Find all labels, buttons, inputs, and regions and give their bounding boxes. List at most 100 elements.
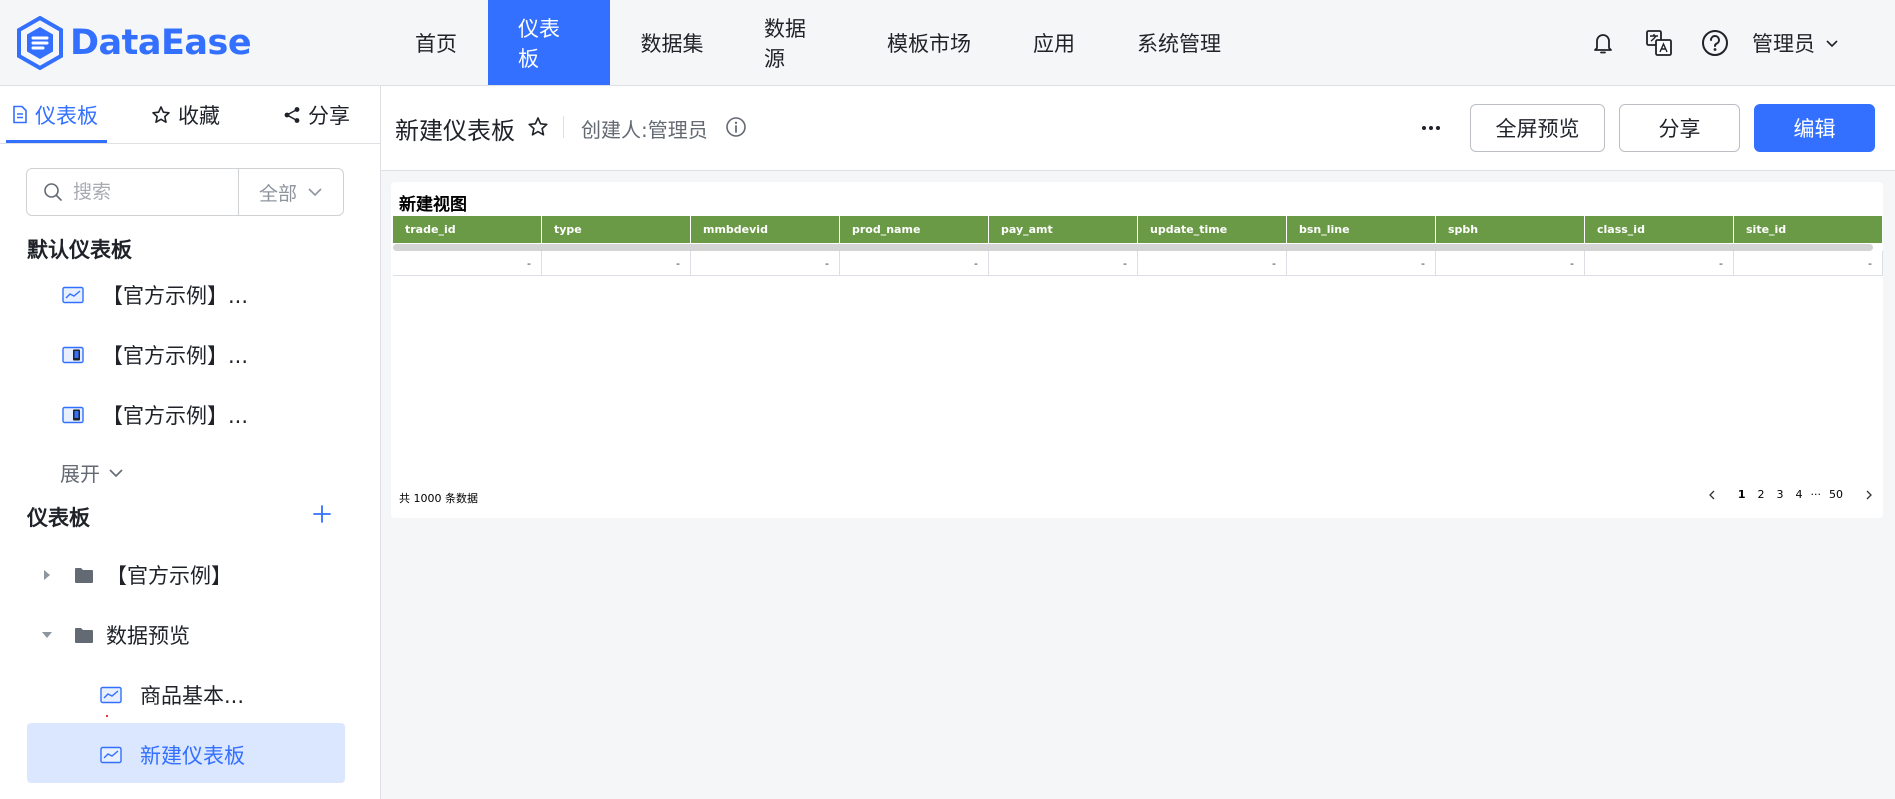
dashboards-section-title: 仪表板	[27, 506, 90, 530]
table-cell: -	[1436, 251, 1585, 275]
tab-dashboard-label: 仪表板	[35, 103, 98, 128]
default-dashboard-label-3: 【官方示例】...	[102, 404, 249, 428]
page-title: 新建仪表板	[395, 117, 515, 145]
expand-button[interactable]: 展开	[60, 458, 124, 487]
column-header[interactable]: trade_id	[393, 216, 542, 243]
folder-official-examples[interactable]: 【官方示例】	[40, 560, 232, 590]
column-header[interactable]: update_time	[1138, 216, 1287, 243]
search-box: 全部	[26, 168, 344, 216]
sidebar-tabs: 仪表板 收藏 分享	[0, 86, 380, 144]
user-menu[interactable]: 管理员	[1752, 28, 1839, 58]
line-chart-icon	[100, 686, 122, 704]
table-cell: -	[1734, 251, 1883, 275]
line-chart-icon	[100, 746, 122, 764]
search-filter-value: 全部	[258, 182, 297, 205]
chevron-left-icon[interactable]	[1708, 490, 1716, 500]
app-name: DataEase	[70, 23, 252, 63]
tab-dashboard[interactable]: 仪表板	[12, 86, 98, 143]
status-dot	[106, 715, 108, 717]
nav-apps[interactable]: 应用	[1002, 0, 1106, 85]
fullscreen-preview-button[interactable]: 全屏预览	[1470, 104, 1605, 152]
page-button[interactable]: 3	[1777, 488, 1784, 501]
nav-template-market[interactable]: 模板市场	[856, 0, 1002, 85]
page-button[interactable]: 50	[1829, 488, 1843, 501]
folder-icon	[74, 567, 94, 584]
page-button[interactable]: 4	[1796, 488, 1803, 501]
share-icon	[283, 106, 301, 124]
dashboard-item-new-dashboard[interactable]: 新建仪表板	[100, 740, 245, 770]
nav-system-management[interactable]: 系统管理	[1106, 0, 1252, 85]
dashboard-header: 新建仪表板 创建人:管理员 全屏预览 分享 编辑	[381, 86, 1895, 171]
more-options-button[interactable]	[1415, 112, 1447, 144]
user-name: 管理员	[1752, 31, 1815, 56]
nav-dashboard[interactable]: 仪表板	[488, 0, 610, 85]
default-dashboard-label-1: 【官方示例】...	[102, 284, 249, 308]
help-icon[interactable]	[1698, 26, 1732, 60]
folder-label: 数据预览	[106, 624, 190, 648]
table-cell: -	[691, 251, 840, 275]
nav-dataset[interactable]: 数据集	[610, 0, 734, 85]
nav-datasource[interactable]: 数据源	[734, 0, 856, 85]
horizontal-scrollbar[interactable]	[393, 244, 1873, 251]
column-header[interactable]: spbh	[1436, 216, 1585, 243]
expand-label: 展开	[60, 462, 100, 486]
favorite-star-icon[interactable]	[527, 116, 549, 138]
column-header[interactable]: pay_amt	[989, 216, 1138, 243]
creator-text: 创建人:管理员	[581, 118, 708, 142]
translate-icon[interactable]	[1642, 26, 1676, 60]
info-icon[interactable]	[725, 116, 747, 138]
search-filter-select[interactable]: 全部	[238, 169, 343, 215]
active-tab-indicator	[6, 140, 107, 143]
table-cell: -	[1138, 251, 1287, 275]
divider	[563, 116, 564, 138]
caret-down-icon[interactable]	[40, 628, 54, 642]
mobile-dashboard-icon	[62, 406, 84, 424]
table-cell: -	[1287, 251, 1436, 275]
default-dashboard-item-2[interactable]: 【官方示例】...	[62, 340, 248, 370]
star-icon	[151, 105, 171, 125]
default-dashboard-item-3[interactable]: 【官方示例】...	[62, 400, 248, 430]
tab-favorites-label: 收藏	[178, 103, 220, 128]
table-view-card[interactable]: 新建视图 trade_id type mmbdevid prod_name pa…	[391, 182, 1883, 518]
mobile-dashboard-icon	[62, 346, 84, 364]
column-header[interactable]: site_id	[1734, 216, 1883, 243]
chevron-down-icon	[308, 188, 322, 197]
default-dashboard-item-1[interactable]: 【官方示例】...	[62, 280, 248, 310]
table-cell: -	[989, 251, 1138, 275]
column-header[interactable]: bsn_line	[1287, 216, 1436, 243]
dashboard-item-product-basic[interactable]: 商品基本...	[100, 680, 244, 710]
folder-label: 【官方示例】	[106, 564, 232, 588]
chevron-down-icon	[1826, 39, 1838, 47]
table-cell: -	[840, 251, 989, 275]
table-header: trade_id type mmbdevid prod_name pay_amt…	[393, 216, 1883, 243]
pagination: 1 2 3 4 ··· 50	[1708, 488, 1873, 501]
search-icon	[44, 183, 62, 201]
column-header[interactable]: type	[542, 216, 691, 243]
bell-icon[interactable]	[1586, 26, 1620, 60]
column-header[interactable]: prod_name	[840, 216, 989, 243]
column-header[interactable]: class_id	[1585, 216, 1734, 243]
edit-button[interactable]: 编辑	[1754, 104, 1875, 152]
page-button[interactable]: 1	[1738, 488, 1746, 501]
tab-share-label: 分享	[308, 103, 350, 128]
search-input[interactable]	[71, 180, 225, 204]
table-cell: -	[393, 251, 542, 275]
dashboard-item-label: 新建仪表板	[140, 744, 245, 768]
share-button[interactable]: 分享	[1619, 104, 1740, 152]
default-dashboard-label-2: 【官方示例】...	[102, 344, 249, 368]
page-button[interactable]: 2	[1758, 488, 1765, 501]
top-right-toolbar: 管理员	[1564, 0, 1839, 85]
app-logo[interactable]: DataEase	[16, 16, 252, 70]
table-cell: -	[542, 251, 691, 275]
column-header[interactable]: mmbdevid	[691, 216, 840, 243]
tab-share[interactable]: 分享	[283, 86, 350, 143]
page-ellipsis[interactable]: ···	[1811, 488, 1822, 501]
view-title: 新建视图	[399, 195, 467, 215]
chevron-right-icon[interactable]	[1865, 490, 1873, 500]
add-icon[interactable]	[310, 502, 334, 526]
table-cell: -	[1585, 251, 1734, 275]
caret-right-icon[interactable]	[40, 568, 54, 582]
folder-data-preview[interactable]: 数据预览	[40, 620, 190, 650]
nav-home[interactable]: 首页	[384, 0, 488, 85]
tab-favorites[interactable]: 收藏	[151, 86, 220, 143]
